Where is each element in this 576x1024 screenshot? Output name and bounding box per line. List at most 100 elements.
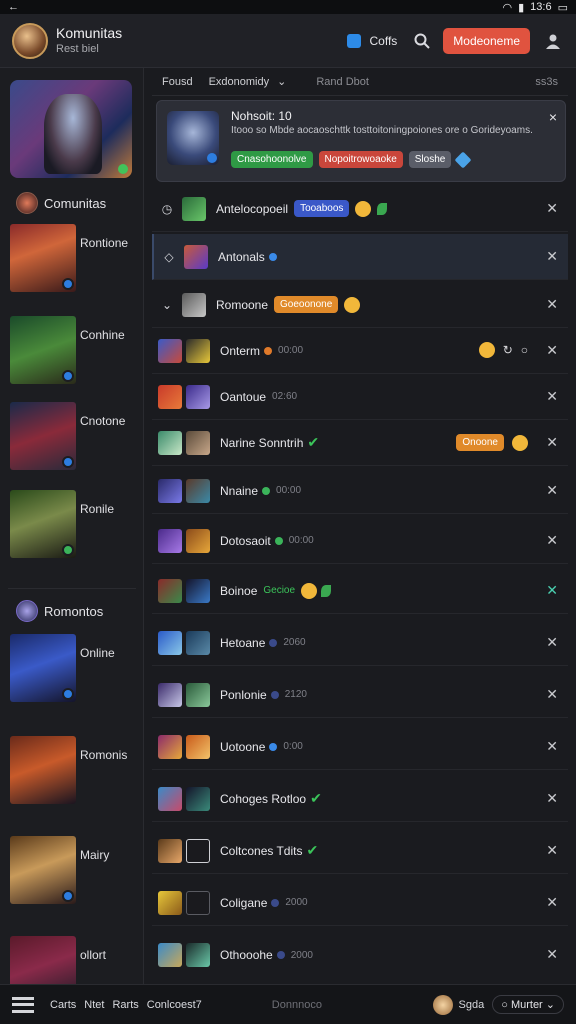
list-item[interactable]: Hetoane 2060 ✕ [152, 620, 568, 666]
status-dot [62, 456, 74, 468]
top-bar: Komunitas Rest biel Coffs Modeoneme [0, 14, 576, 68]
list-item[interactable]: ⌄ Romoone Goeoonone ✕ [152, 282, 568, 328]
close-icon[interactable]: ✕ [546, 200, 558, 217]
search-icon[interactable] [411, 30, 433, 52]
list-item-name: Cohoges Rotloo [220, 791, 307, 806]
status-bar: ← ◠ ▮ 13:6 ▭ [0, 0, 576, 14]
category-icon[interactable] [347, 33, 362, 48]
avatar-secondary [186, 734, 210, 759]
timestamp: 02:60 [272, 391, 298, 402]
list-item-name: Ponlonie [220, 687, 267, 702]
close-icon[interactable]: ✕ [546, 894, 558, 911]
group-label: Comunitas [44, 195, 107, 211]
user-icon[interactable] [542, 30, 564, 52]
list-item[interactable]: ◷ Antelocopoeil Tooaboos ✕ [152, 186, 568, 232]
current-user[interactable]: Sgda [432, 994, 484, 1015]
emoji-icon [301, 582, 318, 599]
emoji-icon[interactable] [478, 342, 495, 358]
list-item-name: Dotosaoit [220, 533, 271, 548]
avatar [184, 244, 208, 269]
menu-icon[interactable] [12, 996, 34, 1013]
list-item[interactable]: Othooohe 2000 ✕ [152, 932, 568, 978]
group-header-1[interactable]: Comunitas [16, 192, 106, 214]
signal-icon: ▮ [518, 1, 525, 14]
filter-feed[interactable]: Fousd [162, 76, 193, 88]
decline-button[interactable]: Nopoitrowoaoke [318, 151, 403, 168]
list-item[interactable]: Oantoue 02:60 ✕ [152, 374, 568, 420]
timestamp: 2000 [290, 949, 313, 961]
sidebar-item[interactable]: ollort [10, 936, 140, 984]
list-item[interactable]: ◇ Antonals ✕ [152, 234, 568, 280]
list-item[interactable]: Dotosaoit 00:00 ✕ [152, 518, 568, 564]
sidebar-item[interactable]: Conhine [10, 316, 140, 388]
filter-count: ss3s [535, 75, 558, 88]
nav-conlcoest[interactable]: Conlcoest7 [147, 999, 202, 1011]
close-icon[interactable]: ✕ [546, 482, 558, 499]
community-avatar[interactable] [12, 22, 48, 59]
list-item-name: Onterm [220, 343, 261, 358]
status-dot [62, 688, 74, 700]
tag-badge[interactable]: Onoone [456, 434, 504, 451]
sidebar-item[interactable]: Cnotone [10, 402, 140, 474]
close-icon[interactable]: × [549, 109, 557, 125]
refresh-icon[interactable]: ↻ [503, 343, 513, 357]
list-item[interactable]: Uotoone 0:00 ✕ [152, 724, 568, 770]
close-icon[interactable]: ✕ [546, 738, 558, 755]
filter-dropdown[interactable]: Exdonomidy [209, 76, 270, 88]
sidebar-item[interactable]: Romonis [10, 736, 140, 808]
emoji-icon [512, 434, 528, 451]
nav-rarts[interactable]: Rarts [112, 999, 138, 1011]
list-item-name: Hetoane [220, 635, 266, 650]
list-item[interactable]: Narine Sonntrih ✔ Onoone ✕ [152, 420, 568, 466]
list-item[interactable]: Cohoges Rotloo ✔ ✕ [152, 776, 568, 822]
avatar-secondary [186, 838, 210, 863]
close-icon[interactable]: ✕ [546, 634, 558, 651]
close-icon[interactable]: ✕ [546, 434, 558, 451]
avatar-secondary [186, 786, 210, 811]
list-item[interactable]: Nnaine 00:00 ✕ [152, 468, 568, 514]
list-item[interactable]: Onterm 00:00 ↻ ○ ✕ [152, 328, 568, 374]
close-icon[interactable]: ✕ [546, 296, 558, 313]
close-icon[interactable]: ✕ [546, 342, 558, 359]
list-item[interactable]: Ponlonie 2120 ✕ [152, 672, 568, 718]
list-item[interactable]: Boinoe Gecioe ✕ [152, 568, 568, 614]
close-icon[interactable]: ✕ [546, 582, 558, 599]
close-icon[interactable]: ✕ [546, 532, 558, 549]
filter-secondary[interactable]: Rand Dbot [316, 76, 369, 88]
list-item-name: Boinoe [220, 583, 258, 598]
circle-icon[interactable]: ○ [521, 343, 528, 357]
nav-carts[interactable]: Carts [50, 999, 76, 1011]
verified-icon [268, 252, 277, 261]
close-icon[interactable]: ✕ [546, 790, 558, 807]
category-label[interactable]: Coffs [369, 34, 397, 48]
sidebar-item[interactable]: Ronile [10, 490, 140, 562]
avatar-secondary [186, 384, 210, 409]
close-icon[interactable]: ✕ [546, 842, 558, 859]
sidebar-item[interactable]: Online [10, 634, 140, 706]
cta-button[interactable]: Modeoneme [443, 27, 530, 54]
list-item[interactable]: Coltcones Tdits ✔ ✕ [152, 828, 568, 874]
chevron-down-icon[interactable]: ⌄ [277, 75, 286, 88]
list-item[interactable]: Coligane 2000 ✕ [152, 880, 568, 926]
sidebar-item[interactable]: Mairy [10, 836, 140, 908]
timestamp: 00:00 [288, 535, 314, 546]
close-icon[interactable]: ✕ [546, 388, 558, 405]
status-dot [270, 690, 279, 699]
notification-title: Nohsoit: 10 [231, 109, 292, 123]
featured-card[interactable] [10, 80, 132, 178]
nav-ntet[interactable]: Ntet [84, 999, 104, 1011]
avatar-secondary [186, 943, 210, 967]
avatar-secondary [186, 528, 210, 553]
notification-body: Itooo so Mbde aocaoschttk tosttoitoningp… [231, 125, 533, 136]
close-icon[interactable]: ✕ [546, 248, 558, 265]
group-header-2[interactable]: Romontos [16, 600, 103, 622]
chevron-down-icon[interactable]: ⌄ [152, 298, 182, 312]
sidebar-item[interactable]: Rontione [10, 224, 140, 296]
close-icon[interactable]: ✕ [546, 686, 558, 703]
back-arrow-icon[interactable]: ← [8, 1, 19, 13]
close-icon[interactable]: ✕ [546, 946, 558, 963]
status-select[interactable]: ○ Murter ⌄ [492, 995, 564, 1014]
share-button[interactable]: Sloshe [408, 151, 452, 168]
avatar [182, 292, 206, 317]
accept-button[interactable]: Cnasohoonolve [231, 151, 313, 168]
